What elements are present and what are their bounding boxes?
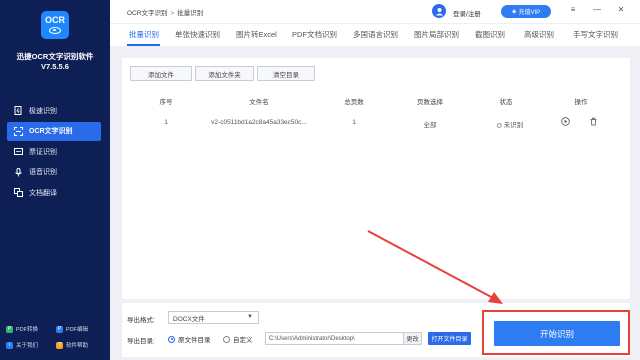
sidebar-item-voice[interactable]: 语音识别 <box>7 163 101 182</box>
active-tab-indicator <box>127 44 160 46</box>
sidebar-item-label: 票证识别 <box>29 148 57 156</box>
eye-icon <box>49 27 61 34</box>
pdf-convert-icon: P <box>6 325 13 333</box>
translate-icon <box>14 188 23 197</box>
export-format-label: 导出格式: <box>127 317 155 324</box>
sidebar-item-ticket[interactable]: 票证识别 <box>7 142 101 161</box>
menu-icon[interactable]: ≡ <box>567 5 579 14</box>
row-index: 1 <box>164 119 168 126</box>
sidebar-item-label: 极速识别 <box>29 107 57 115</box>
ocr-scan-icon <box>14 126 23 136</box>
add-folder-button[interactable]: 添加文件夹 <box>195 66 254 81</box>
row-filename: v2-c0511bd1a2c8a45a33ec50c... <box>211 119 307 126</box>
tab-bar: 批量识别 单张快速识别 图片转Excel PDF文档识别 多国语言识别 图片局部… <box>110 23 640 46</box>
radio-selected-icon <box>168 335 175 343</box>
sidebar-item-label: 文档翻译 <box>29 189 57 197</box>
sidebar-item-label: OCR文字识别 <box>29 128 73 135</box>
info-icon: i <box>6 341 13 349</box>
tab-handwriting[interactable]: 手写文字识别 <box>573 29 618 40</box>
tab-pdf[interactable]: PDF文档识别 <box>292 29 337 40</box>
about-us-link[interactable]: i 关于我们 <box>6 341 56 349</box>
column-header-actions: 操作 <box>574 99 588 106</box>
microphone-icon <box>14 167 23 177</box>
sidebar-item-ocr[interactable]: OCR文字识别 <box>7 121 101 141</box>
export-format-select[interactable]: DOCX文件 ▼ <box>168 311 259 324</box>
add-file-button[interactable]: 添加文件 <box>130 66 192 81</box>
lightning-doc-icon <box>14 106 23 115</box>
sidebar-bottom-links: P PDF转换 P PDF编辑 i 关于我们 ? 软件帮助 <box>6 321 106 353</box>
app-logo: OCR <box>41 11 69 39</box>
diamond-icon: ◈ <box>511 9 517 15</box>
column-header-page-select: 页数选择 <box>417 99 443 106</box>
sidebar-item-fast[interactable]: 极速识别 <box>7 101 101 120</box>
ticket-icon <box>14 147 23 156</box>
help-icon: ? <box>56 341 63 349</box>
sidebar-item-translate[interactable]: 文档翻译 <box>7 183 101 202</box>
app-version: V7.5.5.6 <box>41 62 69 71</box>
file-list-panel: 添加文件 添加文件夹 清空目录 序号 文件名 总页数 页数选择 状态 操作 1 … <box>122 58 630 299</box>
column-header-index: 序号 <box>159 99 173 106</box>
minimize-icon[interactable]: — <box>591 5 603 14</box>
tab-multilang[interactable]: 多国语言识别 <box>353 29 398 40</box>
row-page-select[interactable]: 全部 <box>424 119 437 129</box>
tab-screenshot[interactable]: 截图识别 <box>475 29 505 40</box>
pdf-convert-link[interactable]: P PDF转换 <box>6 325 56 333</box>
pdf-edit-icon: P <box>56 325 63 333</box>
breadcrumb-current: 批量识别 <box>177 10 204 17</box>
row-status: 未识别 <box>496 119 523 129</box>
status-dot-icon <box>496 122 502 128</box>
change-path-button[interactable]: 更改 <box>403 333 421 344</box>
chevron-down-icon: ▼ <box>247 314 253 320</box>
tab-image-excel[interactable]: 图片转Excel <box>236 29 277 40</box>
column-header-filename: 文件名 <box>249 99 269 106</box>
radio-original-dir[interactable]: 原文件目录 <box>168 334 211 344</box>
login-register-link[interactable]: 登录/注册 <box>453 8 481 18</box>
export-dir-label: 导出目录: <box>127 338 155 345</box>
tab-partial[interactable]: 图片局部识别 <box>414 29 459 40</box>
column-header-pages: 总页数 <box>344 99 364 106</box>
sidebar-nav: 极速识别 OCR文字识别 票证识别 语音识别 文档翻译 <box>7 101 101 204</box>
column-header-status: 状态 <box>499 99 513 106</box>
radio-custom-dir[interactable]: 自定义 <box>223 334 253 344</box>
clear-list-button[interactable]: 清空目录 <box>257 66 315 81</box>
breadcrumb-root[interactable]: OCR文字识别 <box>127 10 167 17</box>
tab-batch[interactable]: 批量识别 <box>129 29 159 40</box>
breadcrumb-separator: > <box>170 10 175 17</box>
pdf-edit-link[interactable]: P PDF编辑 <box>56 325 106 333</box>
title-bar: OCR文字识别 > 批量识别 登录/注册 ◈ 充值VIP ≡ — ✕ <box>110 0 640 23</box>
row-pages: 1 <box>352 119 356 126</box>
radio-unselected-icon <box>223 335 230 343</box>
start-recognition-button[interactable]: 开始识别 <box>494 321 620 346</box>
user-avatar-icon[interactable] <box>432 4 446 18</box>
app-name: 迅捷OCR文字识别软件 <box>16 52 94 61</box>
sidebar: OCR 迅捷OCR文字识别软件 V7.5.5.6 极速识别 OCR文字识别 票证… <box>0 0 110 360</box>
play-icon[interactable] <box>561 117 570 128</box>
breadcrumb: OCR文字识别 > 批量识别 <box>127 7 203 17</box>
vip-recharge-button[interactable]: ◈ 充值VIP <box>501 5 551 18</box>
close-icon[interactable]: ✕ <box>615 5 627 14</box>
logo-text: OCR <box>45 15 65 25</box>
open-dir-button[interactable]: 打开文件目录 <box>428 332 471 345</box>
tab-single-fast[interactable]: 单张快速识别 <box>175 29 220 40</box>
sidebar-item-label: 语音识别 <box>29 169 57 176</box>
output-path-field[interactable]: C:\Users\Administrator\Desktop\ <box>265 332 422 345</box>
help-link[interactable]: ? 软件帮助 <box>56 341 106 349</box>
tab-advanced[interactable]: 高级识别 <box>524 29 554 40</box>
trash-icon[interactable] <box>589 117 598 128</box>
